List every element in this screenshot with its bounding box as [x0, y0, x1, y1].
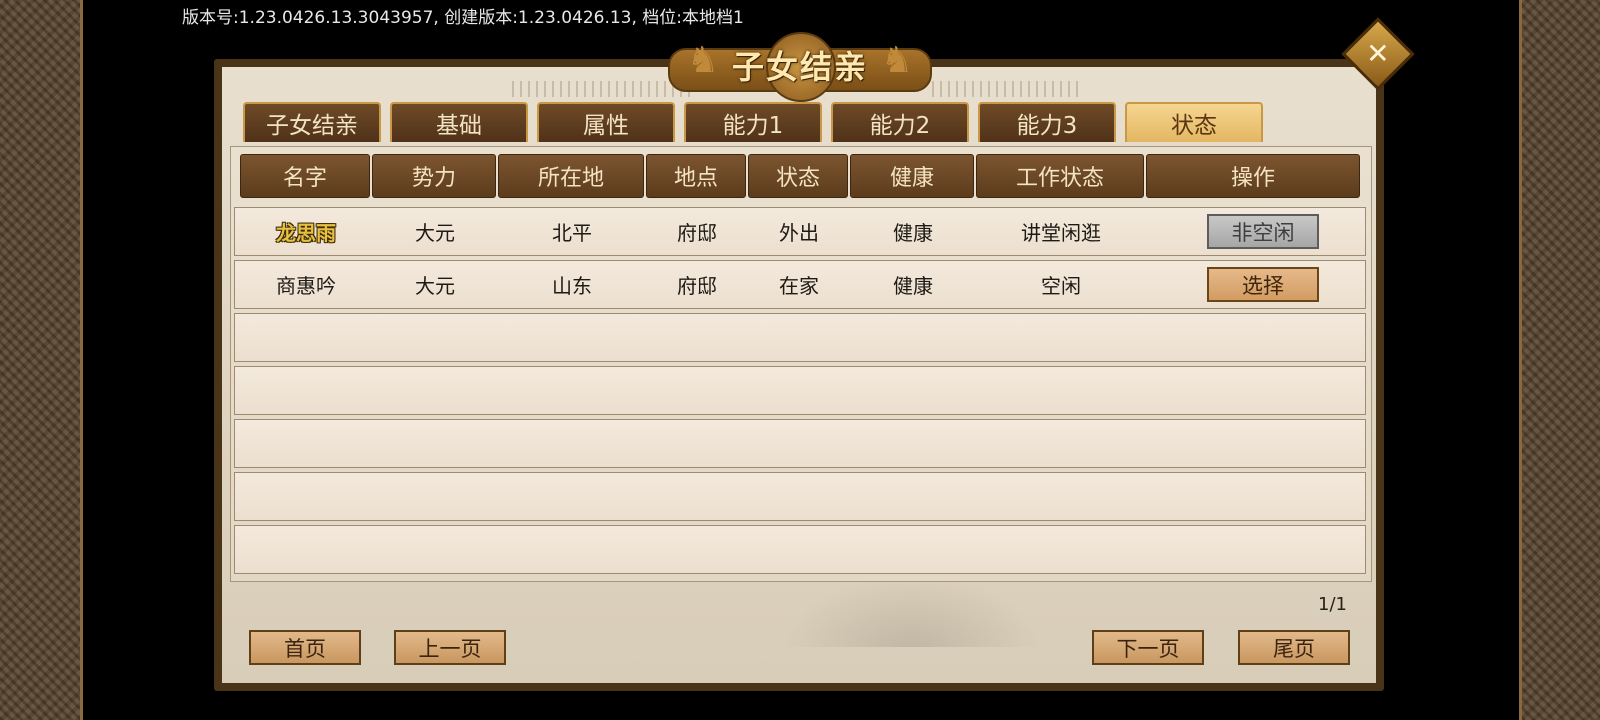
tab-marriage[interactable]: 子女结亲: [243, 102, 381, 142]
tab-status[interactable]: 状态: [1125, 102, 1263, 142]
column-header-health: 健康: [850, 154, 974, 198]
empty-row: [234, 472, 1366, 521]
prev-page-button[interactable]: 上一页: [394, 630, 506, 665]
dragon-right-icon: ♞: [880, 39, 914, 81]
table-row[interactable]: 商惠吟 大元 山东 府邸 在家 健康 空闲 选择: [234, 260, 1366, 309]
cell-place: 府邸: [677, 274, 717, 298]
dragon-left-icon: ♞: [686, 39, 720, 81]
cell-health: 健康: [893, 221, 933, 245]
empty-row: [234, 366, 1366, 415]
empty-row: [234, 419, 1366, 468]
empty-row: [234, 313, 1366, 362]
column-header-status: 状态: [748, 154, 848, 198]
cell-name: 龙思雨: [276, 221, 336, 245]
cell-place: 府邸: [677, 221, 717, 245]
left-border-decoration: [0, 0, 83, 720]
table-row[interactable]: 龙思雨 大元 北平 府邸 外出 健康 讲堂闲逛 非空闲: [234, 207, 1366, 256]
page-indicator: 1/1: [1318, 594, 1347, 615]
fret-ornament-left: [512, 81, 692, 97]
column-header-region: 所在地: [498, 154, 644, 198]
empty-row: [234, 525, 1366, 574]
close-icon: ✕: [1366, 37, 1390, 70]
not-idle-button[interactable]: 非空闲: [1207, 214, 1319, 249]
cell-work: 空闲: [1041, 274, 1081, 298]
mountain-watermark: [782, 577, 1042, 647]
next-page-button[interactable]: 下一页: [1092, 630, 1204, 665]
tab-basic[interactable]: 基础: [390, 102, 528, 142]
dialog-title: 子女结亲: [731, 48, 868, 86]
tab-ability-2[interactable]: 能力2: [831, 102, 969, 142]
version-info: 版本号:1.23.0426.13.3043957, 创建版本:1.23.0426…: [182, 8, 744, 28]
cell-health: 健康: [893, 274, 933, 298]
last-page-button[interactable]: 尾页: [1238, 630, 1350, 665]
select-button[interactable]: 选择: [1207, 267, 1319, 302]
column-header-place: 地点: [646, 154, 746, 198]
cell-faction: 大元: [415, 221, 455, 245]
cell-status: 外出: [779, 221, 819, 245]
cell-name: 商惠吟: [276, 274, 336, 298]
right-border-decoration: [1519, 0, 1600, 720]
cell-region: 山东: [552, 274, 592, 298]
column-header-faction: 势力: [372, 154, 496, 198]
first-page-button[interactable]: 首页: [249, 630, 361, 665]
cell-region: 北平: [552, 221, 592, 245]
cell-work: 讲堂闲逛: [1021, 221, 1101, 245]
tab-ability-1[interactable]: 能力1: [684, 102, 822, 142]
tab-attributes[interactable]: 属性: [537, 102, 675, 142]
title-plate: ♞ ♞ 子女结亲: [668, 32, 932, 102]
tab-ability-3[interactable]: 能力3: [978, 102, 1116, 142]
column-header-name: 名字: [240, 154, 370, 198]
cell-status: 在家: [779, 274, 819, 298]
fret-ornament-right: [932, 81, 1082, 97]
cell-faction: 大元: [415, 274, 455, 298]
column-header-work: 工作状态: [976, 154, 1144, 198]
column-header-action: 操作: [1146, 154, 1360, 198]
